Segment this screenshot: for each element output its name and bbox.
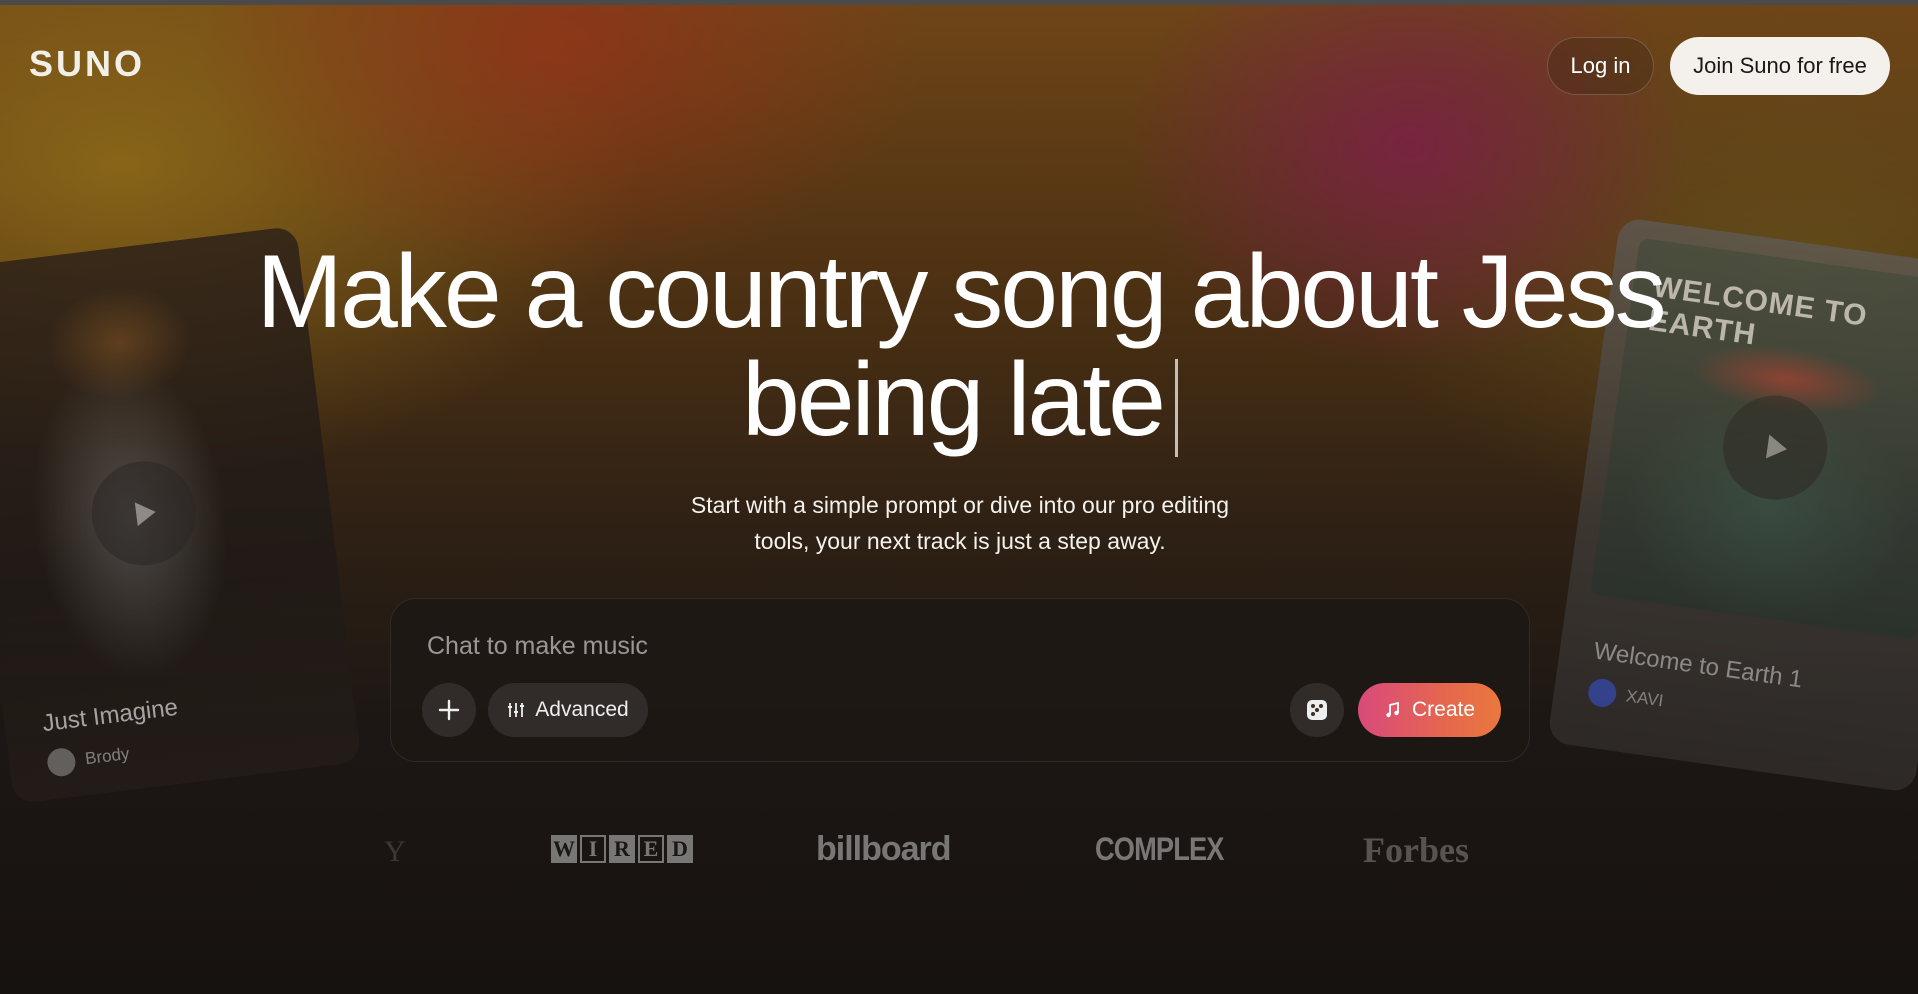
sliders-icon	[508, 703, 525, 717]
wired-letter: I	[580, 835, 606, 863]
song-title: Just Imagine	[40, 693, 180, 738]
press-logo-faded: Y	[384, 835, 406, 868]
join-button[interactable]: Join Suno for free	[1670, 37, 1890, 95]
press-logo-complex: COMPLEX	[1095, 831, 1224, 867]
headline-line-2-text: being late	[741, 342, 1166, 458]
artist-avatar	[45, 746, 78, 778]
press-logo-wired: W I R E D	[551, 835, 693, 863]
music-note-icon	[1386, 701, 1399, 718]
headline-line-1: Make a country song about Jess	[256, 234, 1666, 350]
dice-icon	[1307, 700, 1327, 720]
typing-caret	[1175, 359, 1179, 457]
hero-subhead: Start with a simple prompt or dive into …	[640, 487, 1280, 559]
artist-avatar	[1586, 677, 1619, 709]
artist-name: XAVI	[1624, 686, 1665, 711]
artist-name: Brody	[84, 743, 131, 769]
random-prompt-button[interactable]	[1290, 683, 1344, 737]
song-artist: XAVI	[1586, 677, 1665, 715]
add-button[interactable]	[422, 683, 476, 737]
prompt-box: Advanced Create	[390, 598, 1530, 762]
subhead-line-1: Start with a simple prompt or dive into …	[690, 492, 1230, 518]
headline-line-2: being late	[150, 346, 1770, 457]
suno-logo[interactable]: SUNO	[29, 43, 145, 85]
subhead-line-2: tools, your next track is just a step aw…	[754, 528, 1166, 554]
create-label: Create	[1411, 698, 1476, 721]
press-logos: Y W I R E D billboard COMPLEX Forbes	[0, 830, 1918, 885]
advanced-label: Advanced	[535, 698, 629, 721]
hero-headline: Make a country song about Jess being lat…	[150, 238, 1770, 457]
create-button[interactable]: Create	[1358, 683, 1501, 737]
plus-icon	[438, 699, 460, 721]
chat-prompt-input[interactable]	[425, 627, 1329, 665]
play-button[interactable]	[85, 455, 202, 572]
press-logo-billboard: billboard	[816, 830, 952, 868]
advanced-button[interactable]: Advanced	[488, 683, 648, 737]
play-icon	[134, 502, 156, 527]
wired-letter: D	[667, 835, 693, 863]
wired-letter: R	[609, 835, 635, 863]
song-artist: Brody	[45, 740, 131, 778]
wired-letter: E	[638, 835, 664, 863]
press-logo-forbes: Forbes	[1363, 830, 1469, 870]
login-button[interactable]: Log in	[1547, 37, 1654, 95]
wired-letter: W	[551, 835, 577, 863]
